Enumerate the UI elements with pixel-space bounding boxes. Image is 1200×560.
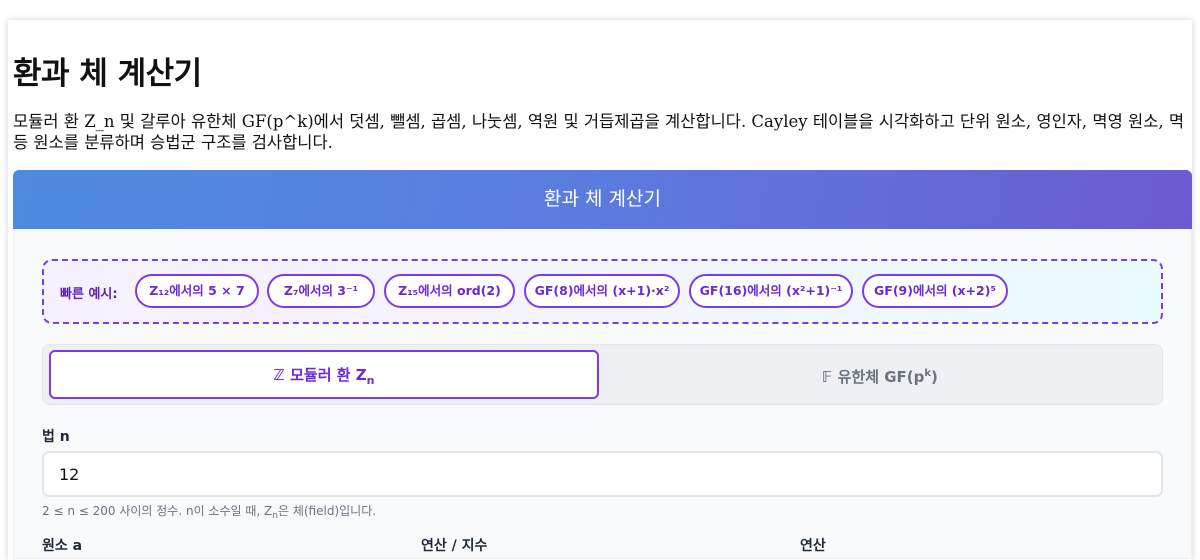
modulus-hint: 2 ≤ n ≤ 200 사이의 정수. n이 소수일 때, Zn은 체(fiel… xyxy=(42,502,376,521)
tab-finite-field-label: 유한체 GF(p xyxy=(837,368,925,386)
field-icon: 𝔽 xyxy=(822,368,833,386)
operation-label: 연산 xyxy=(800,538,826,554)
calculator-header: 환과 체 계산기 xyxy=(13,170,1192,229)
tab-finite-field-suffix: ) xyxy=(931,368,938,386)
integers-icon: ℤ xyxy=(273,366,285,384)
tab-modular-ring-subscript: n xyxy=(366,374,375,387)
example-button-gf8-multiply[interactable]: GF(8)에서의 (x+1)·x² xyxy=(524,274,680,308)
page-description: 모듈러 환 Z_n 및 갈루아 유한체 GF(p^k)에서 덧셈, 뺄셈, 곱셈… xyxy=(13,112,1185,152)
modulus-hint-suffix: 은 체(field)입니다. xyxy=(277,504,377,518)
modulus-input[interactable] xyxy=(42,451,1163,497)
element-a-label: 원소 a xyxy=(42,538,83,554)
modulus-hint-prefix: 2 ≤ n ≤ 200 사이의 정수. n이 소수일 때, Z xyxy=(42,504,273,518)
tab-modular-ring-label: 모듈러 환 Z xyxy=(290,366,367,384)
example-button-gf9-power[interactable]: GF(9)에서의 (x+2)⁵ xyxy=(862,274,1008,308)
tab-finite-field[interactable]: 𝔽 유한체 GF(pk) xyxy=(603,350,1157,399)
tab-modular-ring[interactable]: ℤ 모듈러 환 Zn xyxy=(49,350,599,399)
operation-exponent-label: 연산 / 지수 xyxy=(421,538,488,554)
modulus-label: 법 n xyxy=(42,429,70,445)
page-title: 환과 체 계산기 xyxy=(13,56,202,92)
example-button-z15-order[interactable]: Z₁₅에서의 ord(2) xyxy=(384,274,515,308)
example-button-z12-multiply[interactable]: Z₁₂에서의 5 × 7 xyxy=(135,274,259,308)
example-button-z7-inverse[interactable]: Z₇에서의 3⁻¹ xyxy=(267,274,375,308)
example-button-gf16-inverse[interactable]: GF(16)에서의 (x²+1)⁻¹ xyxy=(689,274,853,308)
quick-examples-label: 빠른 예시: xyxy=(60,287,118,302)
